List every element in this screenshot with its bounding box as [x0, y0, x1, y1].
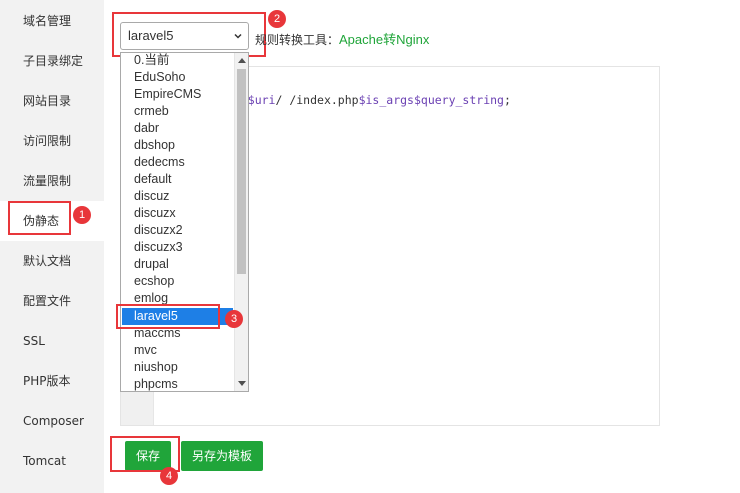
- sidebar-item-ssl[interactable]: SSL: [0, 321, 104, 361]
- sidebar-item-php-version[interactable]: PHP版本: [0, 361, 104, 401]
- dropdown-option[interactable]: niushop: [122, 359, 233, 376]
- sidebar-item-tomcat[interactable]: Tomcat: [0, 441, 104, 481]
- sidebar-item-label: Tomcat: [23, 454, 66, 468]
- dropdown-option[interactable]: phpcms: [122, 376, 233, 391]
- sidebar-item-label: Composer: [23, 414, 84, 428]
- sidebar-item-config-file[interactable]: 配置文件: [0, 281, 104, 321]
- dropdown-option[interactable]: dbshop: [122, 137, 233, 154]
- sidebar-item-composer[interactable]: Composer: [0, 401, 104, 441]
- dropdown-option[interactable]: EduSoho: [122, 69, 233, 86]
- code-suffix: ;: [503, 93, 511, 107]
- sidebar: 域名管理 子目录绑定 网站目录 访问限制 流量限制 伪静态 默认文档 配置文件 …: [0, 0, 104, 493]
- sidebar-item-label: 访问限制: [23, 134, 72, 148]
- sidebar-item-label: 子目录绑定: [23, 54, 84, 68]
- dropdown-option[interactable]: mvc: [122, 342, 233, 359]
- sidebar-item-label: 默认文档: [23, 254, 72, 268]
- chevron-down-icon: [234, 33, 242, 39]
- scroll-thumb[interactable]: [237, 69, 246, 274]
- sidebar-item-label: PHP版本: [23, 374, 71, 388]
- apache-to-nginx-link[interactable]: Apache转Nginx: [339, 32, 429, 47]
- sidebar-item-label: 网站目录: [23, 94, 72, 108]
- dropdown-option[interactable]: discuzx: [122, 205, 233, 222]
- editor-code-line: ri $uri/ /index.php$is_args$query_string…: [227, 93, 511, 107]
- dropdown-option[interactable]: drupal: [122, 256, 233, 273]
- sidebar-item-label: 流量限制: [23, 174, 72, 188]
- dropdown-option[interactable]: 0.当前: [122, 53, 233, 69]
- dropdown-option[interactable]: ecshop: [122, 273, 233, 290]
- dropdown-option[interactable]: discuz: [122, 188, 233, 205]
- code-var-args: $is_args: [358, 93, 414, 107]
- dropdown-option[interactable]: discuzx2: [122, 222, 233, 239]
- dropdown-option-selected[interactable]: laravel5: [122, 308, 233, 325]
- code-var-qs: $query_string: [413, 93, 504, 107]
- sidebar-item-domain[interactable]: 域名管理: [0, 1, 104, 41]
- dropdown-option[interactable]: maccms: [122, 325, 233, 342]
- annotation-badge-4: 4: [160, 467, 178, 485]
- sidebar-item-label: SSL: [23, 334, 45, 348]
- rewrite-rule-dropdown[interactable]: 0.当前 EduSoho EmpireCMS crmeb dabr dbshop…: [120, 52, 249, 392]
- annotation-badge-1: 1: [73, 206, 91, 224]
- annotation-badge-2: 2: [268, 10, 286, 28]
- dropdown-option[interactable]: default: [122, 171, 233, 188]
- save-as-template-button[interactable]: 另存为模板: [181, 441, 263, 471]
- sidebar-item-label: 配置文件: [23, 294, 72, 308]
- sidebar-item-subdirectory[interactable]: 子目录绑定: [0, 41, 104, 81]
- annotation-badge-3: 3: [225, 310, 243, 328]
- scroll-down-arrow-icon[interactable]: [238, 381, 246, 386]
- dropdown-option[interactable]: dedecms: [122, 154, 233, 171]
- scroll-up-arrow-icon[interactable]: [238, 58, 246, 63]
- dropdown-option[interactable]: EmpireCMS: [122, 86, 233, 103]
- dropdown-option[interactable]: emlog: [122, 290, 233, 307]
- dropdown-option[interactable]: crmeb: [122, 103, 233, 120]
- save-button[interactable]: 保存: [125, 441, 171, 471]
- dropdown-option[interactable]: dabr: [122, 120, 233, 137]
- rewrite-rule-select[interactable]: laravel5: [120, 22, 249, 50]
- dropdown-option[interactable]: discuzx3: [122, 239, 233, 256]
- sidebar-item-label: 域名管理: [23, 14, 72, 28]
- sidebar-item-label: 伪静态: [23, 214, 60, 228]
- rule-converter-prefix: 规则转换工具：: [255, 33, 340, 47]
- dropdown-scrollbar[interactable]: [234, 53, 248, 391]
- code-var-uri: $uri: [247, 93, 276, 107]
- select-value: laravel5: [128, 28, 174, 43]
- sidebar-item-traffic-limit[interactable]: 流量限制: [0, 161, 104, 201]
- sidebar-item-access-limit[interactable]: 访问限制: [0, 121, 104, 161]
- sidebar-item-site-directory[interactable]: 网站目录: [0, 81, 104, 121]
- sidebar-item-default-document[interactable]: 默认文档: [0, 241, 104, 281]
- rule-converter-label: 规则转换工具：Apache转Nginx: [255, 29, 429, 48]
- code-middle: / /index.php: [275, 93, 359, 107]
